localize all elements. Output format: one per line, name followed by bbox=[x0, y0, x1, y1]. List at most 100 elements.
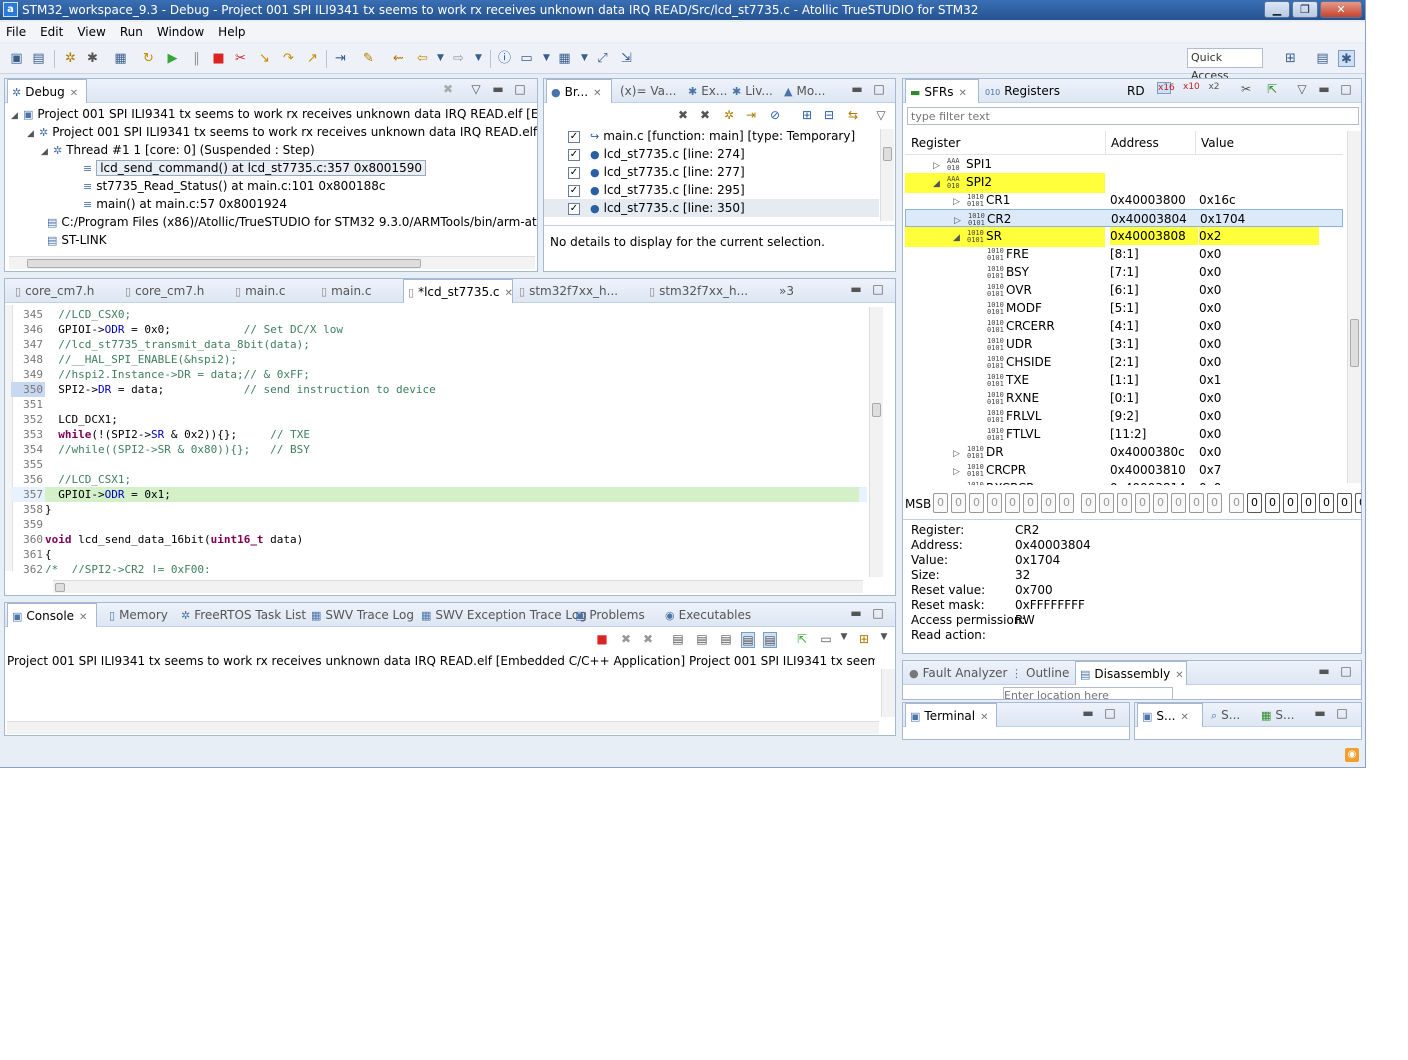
debug-hscroll[interactable] bbox=[9, 256, 535, 269]
dec-radix-button[interactable]: x10 bbox=[1183, 82, 1200, 92]
maximize-view-icon[interactable]: □ bbox=[1339, 82, 1353, 96]
step-into-icon[interactable]: ↘ bbox=[256, 50, 273, 67]
console-tab[interactable]: ▣ Problems bbox=[571, 603, 645, 627]
terminate-relaunch-icon[interactable]: ▦ bbox=[112, 50, 129, 67]
menu-help[interactable]: Help bbox=[218, 25, 245, 39]
tab-outline[interactable]: ⋮ Outline bbox=[1007, 661, 1069, 685]
display-console-dropdown-icon[interactable]: ▼ bbox=[837, 632, 851, 642]
open-perspective-icon[interactable]: ⊞ bbox=[1282, 50, 1299, 67]
breakpoint-row[interactable]: ✓ ● lcd_st7735.c [line: 274] bbox=[544, 145, 879, 163]
expand-toggle-icon[interactable]: ▷ bbox=[953, 481, 967, 485]
col-register[interactable]: Register bbox=[911, 131, 960, 155]
register-bit-box[interactable]: 0 bbox=[1247, 493, 1262, 513]
register-bit-box[interactable]: 0 bbox=[1189, 493, 1204, 513]
editor-tab[interactable]: ▯ stm32f7xx_h... bbox=[515, 279, 618, 303]
register-bit-box[interactable]: 0 bbox=[969, 493, 984, 513]
sfr-row[interactable]: ▷1010 0101 CR2 0x40003804 0x1704 bbox=[905, 209, 1343, 227]
register-bit-box[interactable]: 0 bbox=[1283, 493, 1298, 513]
tab-modules[interactable]: ▲ Mo... bbox=[780, 79, 825, 103]
show-on-output-icon[interactable]: ▤ bbox=[741, 632, 755, 648]
sfr-row[interactable]: 1010 0101 CRCERR [4:1] 0x0 bbox=[905, 317, 1343, 335]
step-over-icon[interactable]: ↷ bbox=[280, 50, 297, 67]
editor-tab[interactable]: ▯ core_cm7.h bbox=[121, 279, 204, 303]
register-bit-box[interactable]: 0 bbox=[987, 493, 1002, 513]
code-line[interactable]: 345 //LCD_CSX0; bbox=[11, 307, 867, 322]
tab-breakpoints[interactable]: ● Br... ✕ bbox=[546, 79, 612, 103]
instruction-step-icon[interactable]: ⇥ bbox=[332, 50, 349, 67]
close-icon[interactable]: ✕ bbox=[70, 88, 78, 99]
bin-radix-button[interactable]: x2 bbox=[1207, 82, 1221, 92]
resume-icon[interactable]: ▶ bbox=[164, 50, 181, 67]
maximize-view-icon[interactable]: □ bbox=[872, 82, 886, 96]
skip-all-icon[interactable]: ⊘ bbox=[768, 108, 782, 122]
sfr-row[interactable]: ◢AAA 010 SPI2 bbox=[905, 173, 1343, 193]
maximize-view-icon[interactable]: □ bbox=[1103, 706, 1117, 720]
code-line[interactable]: 356 //LCD_CSX1; bbox=[11, 472, 867, 487]
collapse-all-icon[interactable]: ⊟ bbox=[822, 108, 836, 122]
close-icon[interactable]: ✕ bbox=[1175, 670, 1183, 681]
sfr-row[interactable]: ◢1010 0101 SR 0x40003808 0x2 bbox=[905, 227, 1343, 247]
maximize-view-icon[interactable]: □ bbox=[1339, 664, 1353, 678]
terminate-icon[interactable]: ■ bbox=[595, 632, 609, 646]
menu-view[interactable]: View bbox=[77, 25, 105, 39]
tab-registers[interactable]: 010 Registers bbox=[981, 79, 1060, 103]
sfr-row[interactable]: 1010 0101 FRLVL [9:2] 0x0 bbox=[905, 407, 1343, 425]
sfr-row[interactable]: 1010 0101 RXNE [0:1] 0x0 bbox=[905, 389, 1343, 407]
debug-tree-item[interactable]: ≡ lcd_send_command() at lcd_st7735.c:357 … bbox=[71, 159, 426, 177]
sfr-row[interactable]: ▷1010 0101 CR1 0x40003800 0x16c bbox=[905, 191, 1343, 209]
debug-tree-item[interactable]: ≡ main() at main.c:57 0x8001924 bbox=[71, 195, 287, 213]
expand-all-icon[interactable]: ⊞ bbox=[800, 108, 814, 122]
minimize-view-icon[interactable]: ▬ bbox=[849, 606, 863, 620]
minimize-view-icon[interactable]: ▬ bbox=[1313, 706, 1327, 720]
breakpoint-row[interactable]: ✓ ● lcd_st7735.c [line: 295] bbox=[544, 181, 879, 199]
breakpoint-row[interactable]: ✓ ● lcd_st7735.c [line: 350] bbox=[544, 199, 879, 217]
maximize-view-icon[interactable]: □ bbox=[513, 82, 527, 96]
close-icon[interactable]: ✕ bbox=[593, 88, 601, 99]
remove-all-launches-icon[interactable]: ✖ bbox=[641, 632, 655, 646]
info-icon[interactable]: ⓘ bbox=[496, 50, 513, 67]
view-menu-icon[interactable]: ▽ bbox=[1295, 82, 1309, 96]
code-line[interactable]: 357 GPIOI->ODR = 0x1; bbox=[11, 487, 867, 502]
register-bit-box[interactable]: 0 bbox=[1023, 493, 1038, 513]
sfr-vscroll[interactable] bbox=[1347, 131, 1361, 483]
tab-table[interactable]: ▦ S... bbox=[1257, 703, 1294, 727]
register-bit-box[interactable]: 0 bbox=[1099, 493, 1114, 513]
remove-all-breakpoints-icon[interactable]: ✖ bbox=[698, 108, 712, 122]
register-bit-box[interactable]: 0 bbox=[933, 493, 948, 513]
tab-disassembly[interactable]: ▤ Disassembly ✕ bbox=[1075, 661, 1187, 685]
maximize-editor-icon[interactable]: □ bbox=[871, 282, 885, 296]
debug-perspective-icon[interactable]: ✱ bbox=[1338, 50, 1355, 67]
hex-radix-button[interactable]: x16 bbox=[1157, 82, 1175, 94]
debug-tree-item[interactable]: ≡ st7735_Read_Status() at main.c:101 0x80… bbox=[71, 177, 385, 195]
rss-icon[interactable]: ◉ bbox=[1345, 748, 1359, 762]
code-line[interactable]: 360 void lcd_send_data_16bit(uint16_t dat… bbox=[11, 532, 867, 547]
editor-tabs-overflow[interactable]: »3 bbox=[775, 279, 794, 303]
maximize-view-icon[interactable]: □ bbox=[871, 606, 885, 620]
menu-edit[interactable]: Edit bbox=[40, 25, 63, 39]
code-line[interactable]: 354 //while((SPI2->SR & 0x80)){}; // BSY bbox=[11, 442, 867, 457]
fullscreen-icon[interactable]: ⤢ bbox=[594, 50, 611, 67]
minimize-button[interactable]: ▁ bbox=[1264, 1, 1290, 18]
register-bit-box[interactable]: 0 bbox=[1041, 493, 1056, 513]
code-line[interactable]: 355 bbox=[11, 457, 867, 472]
sfr-row[interactable]: ▷1010 0101 DR 0x4000380c 0x0 bbox=[905, 443, 1343, 461]
code-line[interactable]: 347 //lcd_st7735_transmit_data_8bit(data… bbox=[11, 337, 867, 352]
cpp-perspective-icon[interactable]: ▤ bbox=[1314, 50, 1331, 67]
code-line[interactable]: 359 bbox=[11, 517, 867, 532]
sfr-row[interactable]: ▷1010 0101RXCRCR 0x400038140x0 bbox=[905, 479, 1343, 485]
breakpoint-row[interactable]: ✓ ↪ main.c [function: main] [type: Tempora… bbox=[544, 127, 879, 145]
register-bit-box[interactable]: 0 bbox=[1337, 493, 1352, 513]
breakpoint-checkbox[interactable]: ✓ bbox=[568, 130, 580, 143]
tab-variables[interactable]: (x)= Va... bbox=[616, 79, 676, 103]
sfr-row[interactable]: ▷1010 0101 CRCPR 0x40003810 0x7 bbox=[905, 461, 1343, 479]
breakpoint-checkbox[interactable]: ✓ bbox=[568, 148, 580, 161]
sfr-row[interactable]: 1010 0101 FTLVL [11:2] 0x0 bbox=[905, 425, 1343, 443]
menu-file[interactable]: File bbox=[6, 25, 26, 39]
register-bit-box[interactable]: 0 bbox=[1301, 493, 1316, 513]
expand-toggle-icon[interactable]: ◢ bbox=[27, 125, 39, 143]
code-line[interactable]: 353 while(!(SPI2->SR & 0x2)){}; // TXE bbox=[11, 427, 867, 442]
exit-icon[interactable]: ⇲ bbox=[618, 50, 635, 67]
col-address[interactable]: Address bbox=[1111, 131, 1159, 155]
breakpoints-vscroll[interactable] bbox=[880, 129, 894, 221]
bug-icon[interactable]: ✱ bbox=[84, 50, 101, 67]
